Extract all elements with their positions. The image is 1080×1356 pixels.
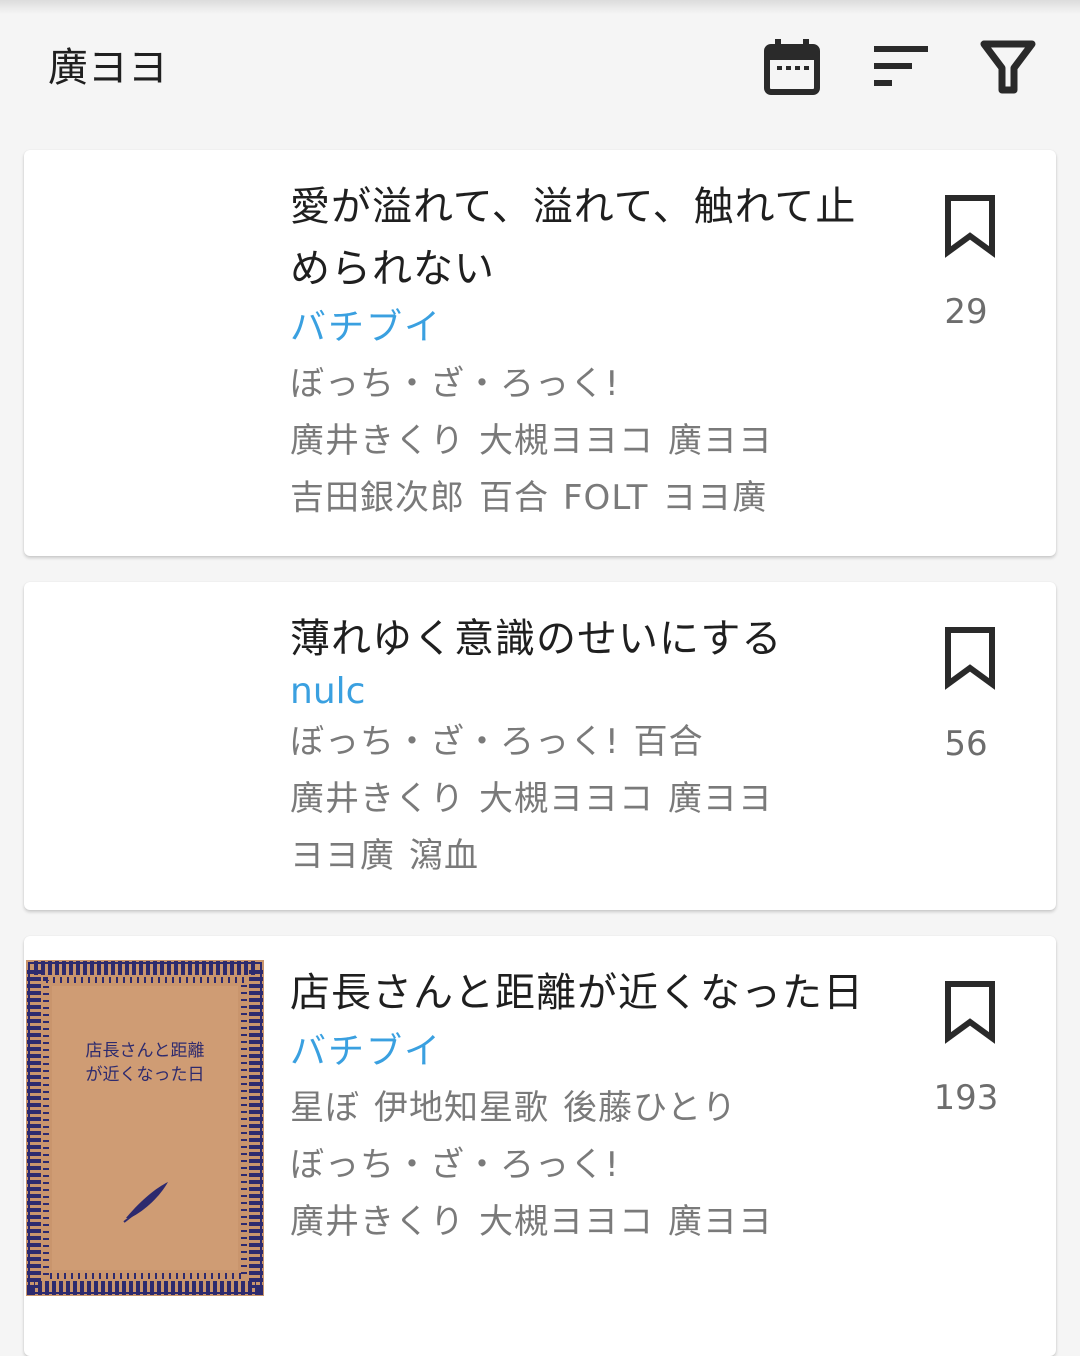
work-card[interactable]: 店長さんと距離 が近くなった日 店長さんと距離が近くなった日 バチブイ 星ぼ 伊地…	[24, 936, 1056, 1356]
tag-list: ぼっち・ざ・ろっく! 百合 廣井きくり 大槻ヨヨコ 廣ヨヨ ヨヨ廣 瀉血	[290, 714, 890, 885]
tag[interactable]: 星ぼ	[290, 1088, 360, 1128]
tag[interactable]: 廣井きくり	[290, 1202, 465, 1242]
tag-list: ぼっち・ざ・ろっく! 廣井きくり 大槻ヨヨコ 廣ヨヨ 吉田銀次郎 百合 FOLT ヨヨ廣	[290, 356, 890, 527]
filter-icon[interactable]	[976, 36, 1040, 100]
tag[interactable]: ヨヨ廣	[662, 478, 767, 518]
work-author[interactable]: バチブイ	[290, 300, 890, 356]
tag[interactable]: ぼっち・ざ・ろっく!	[290, 1145, 620, 1185]
work-author[interactable]: バチブイ	[290, 1024, 890, 1080]
bookmark-icon[interactable]	[942, 626, 998, 690]
cover-image[interactable]: 店長さんと距離 が近くなった日	[26, 960, 264, 1296]
tag[interactable]: 大槻ヨヨコ	[479, 779, 654, 819]
tag[interactable]: FOLT	[563, 478, 648, 518]
tag[interactable]: 大槻ヨヨコ	[479, 1202, 654, 1242]
tag[interactable]: 廣ヨヨ	[668, 421, 773, 461]
work-card[interactable]: 愛が溢れて、溢れて、触れて止められない バチブイ ぼっち・ざ・ろっく! 廣井きく…	[24, 150, 1056, 556]
tag[interactable]: ぼっち・ざ・ろっく!	[290, 722, 620, 762]
work-info: 薄れゆく意識のせいにする nulc ぼっち・ざ・ろっく! 百合 廣井きくり 大槻ヨヨ…	[290, 608, 890, 885]
tag[interactable]: 吉田銀次郎	[290, 478, 465, 518]
app-bar: 廣ヨヨ	[0, 0, 1080, 136]
work-title[interactable]: 店長さんと距離が近くなった日	[290, 962, 890, 1024]
cover-title-line1: 店長さんと距離	[86, 1041, 205, 1060]
work-title[interactable]: 薄れゆく意識のせいにする	[290, 608, 890, 670]
tag[interactable]: 後藤ひとり	[563, 1088, 737, 1128]
work-info: 店長さんと距離が近くなった日 バチブイ 星ぼ 伊地知星歌 後藤ひとり ぼっち・ざ・ろ…	[290, 962, 890, 1251]
page-title: 廣ヨヨ	[48, 45, 168, 91]
tag[interactable]: ヨヨ廣	[290, 836, 395, 876]
tag[interactable]: 瀉血	[409, 836, 479, 876]
bookmark-icon[interactable]	[942, 980, 998, 1044]
tag[interactable]: 廣ヨヨ	[668, 1202, 773, 1242]
bookmark-count: 29	[944, 292, 988, 332]
cover-placeholder[interactable]	[24, 174, 264, 510]
work-card[interactable]: 薄れゆく意識のせいにする nulc ぼっち・ざ・ろっく! 百合 廣井きくり 大槻ヨヨ…	[24, 582, 1056, 910]
work-info: 愛が溢れて、溢れて、触れて止められない バチブイ ぼっち・ざ・ろっく! 廣井きく…	[290, 176, 890, 527]
cover-title-line2: が近くなった日	[86, 1065, 205, 1084]
tag[interactable]: ぼっち・ざ・ろっく!	[290, 364, 620, 404]
tag[interactable]: 伊地知星歌	[374, 1088, 549, 1128]
tag[interactable]: 百合	[634, 722, 704, 762]
bookmark-count: 193	[933, 1078, 999, 1118]
sort-icon[interactable]	[868, 36, 932, 100]
tag[interactable]: 廣井きくり	[290, 421, 465, 461]
tag-list: 星ぼ 伊地知星歌 後藤ひとり ぼっち・ざ・ろっく! 廣井きくり 大槻ヨヨコ 廣ヨヨ	[290, 1080, 890, 1251]
tag[interactable]: 廣井きくり	[290, 779, 465, 819]
tag[interactable]: 廣ヨヨ	[668, 779, 773, 819]
bookmark-count: 56	[944, 724, 988, 764]
work-author[interactable]: nulc	[290, 670, 890, 714]
tag[interactable]: 百合	[479, 478, 549, 518]
tag[interactable]: 大槻ヨヨコ	[479, 421, 654, 461]
bookmark-icon[interactable]	[942, 194, 998, 258]
cover-placeholder[interactable]	[24, 606, 264, 910]
work-title[interactable]: 愛が溢れて、溢れて、触れて止められない	[290, 176, 890, 300]
calendar-icon[interactable]	[760, 36, 824, 100]
